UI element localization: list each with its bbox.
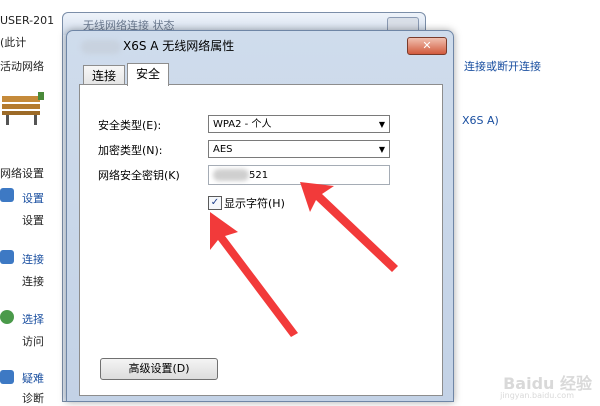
annotation-arrows	[210, 182, 398, 337]
tab-security-label: 安全	[136, 67, 161, 81]
tab-security[interactable]: 安全	[127, 63, 170, 86]
red-arrow-icon	[210, 212, 298, 337]
red-arrow-icon	[300, 182, 398, 272]
arrow-to-checkbox	[210, 212, 298, 337]
watermark-url: jingyan.baidu.com	[500, 391, 574, 400]
arrow-to-key	[300, 182, 398, 272]
